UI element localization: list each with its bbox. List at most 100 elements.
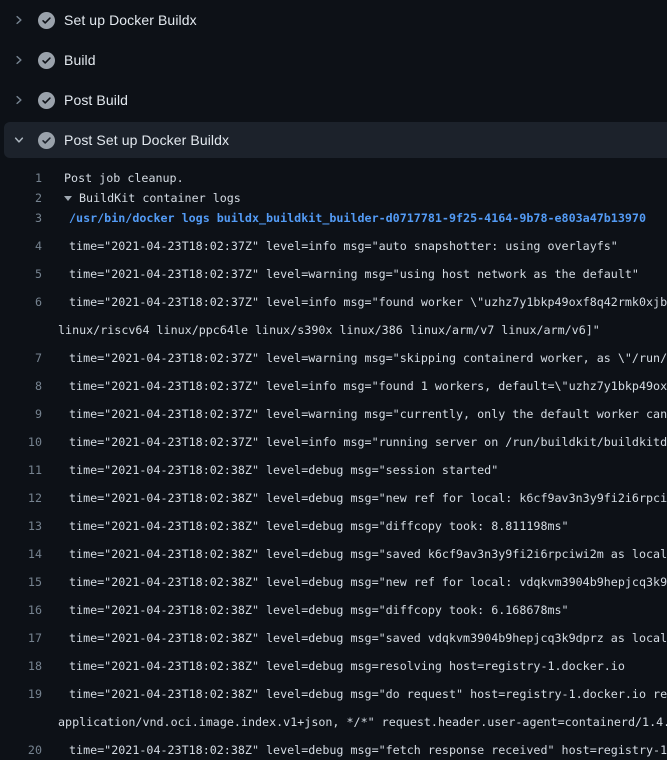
log-line-text: time="2021-04-23T18:02:38Z" level=debug … bbox=[69, 659, 625, 673]
steps-list: Set up Docker Buildx Build Post Build Po… bbox=[0, 0, 667, 158]
log-line-text: time="2021-04-23T18:02:38Z" level=debug … bbox=[69, 491, 667, 505]
log-line-number[interactable]: 2 bbox=[0, 188, 42, 208]
log-line-content: time="2021-04-23T18:02:37Z" level=info m… bbox=[69, 236, 667, 256]
log-line-text: application/vnd.oci.image.index.v1+json,… bbox=[58, 715, 667, 729]
check-circle-icon bbox=[38, 52, 55, 69]
check-circle-icon bbox=[38, 92, 55, 109]
log-row: 4 time="2021-04-23T18:02:37Z" level=info… bbox=[0, 228, 667, 256]
log-line-content: time="2021-04-23T18:02:38Z" level=debug … bbox=[69, 516, 667, 536]
log-line-number[interactable] bbox=[0, 712, 42, 732]
log-line-text: time="2021-04-23T18:02:38Z" level=debug … bbox=[69, 547, 667, 561]
log-row: 15 time="2021-04-23T18:02:38Z" level=deb… bbox=[0, 564, 667, 592]
log-line-text: time="2021-04-23T18:02:38Z" level=debug … bbox=[69, 519, 569, 533]
step-row-set-up-docker-buildx[interactable]: Set up Docker Buildx bbox=[0, 0, 667, 40]
log-line-content: time="2021-04-23T18:02:38Z" level=debug … bbox=[69, 544, 667, 564]
chevron-right-icon bbox=[11, 12, 27, 28]
log-row: 20 time="2021-04-23T18:02:38Z" level=deb… bbox=[0, 732, 667, 760]
log-line-number[interactable]: 8 bbox=[0, 376, 42, 396]
log-line-content: time="2021-04-23T18:02:37Z" level=info m… bbox=[69, 432, 667, 452]
log-row: 16 time="2021-04-23T18:02:38Z" level=deb… bbox=[0, 592, 667, 620]
check-circle-icon bbox=[38, 12, 55, 29]
log-line-number[interactable]: 13 bbox=[0, 516, 42, 536]
chevron-right-icon bbox=[11, 92, 27, 108]
log-line-content: time="2021-04-23T18:02:37Z" level=warnin… bbox=[69, 348, 667, 368]
log-line-number[interactable]: 14 bbox=[0, 544, 42, 564]
log-line-number[interactable]: 1 bbox=[0, 168, 42, 188]
log-row: 18 time="2021-04-23T18:02:38Z" level=deb… bbox=[0, 648, 667, 676]
log-line-text: time="2021-04-23T18:02:37Z" level=info m… bbox=[69, 295, 667, 309]
log-line-text: time="2021-04-23T18:02:38Z" level=debug … bbox=[69, 631, 667, 645]
log-line-number[interactable]: 4 bbox=[0, 236, 42, 256]
log-line-text: time="2021-04-23T18:02:38Z" level=debug … bbox=[69, 687, 667, 701]
log-line-number[interactable]: 6 bbox=[0, 292, 42, 312]
log-line-content: time="2021-04-23T18:02:38Z" level=debug … bbox=[69, 684, 667, 704]
log-line-number[interactable]: 5 bbox=[0, 264, 42, 284]
log-line-text: time="2021-04-23T18:02:37Z" level=info m… bbox=[69, 435, 667, 449]
step-row-post-set-up-docker-buildx[interactable]: Post Set up Docker Buildx bbox=[4, 122, 667, 158]
log-line-content: time="2021-04-23T18:02:38Z" level=debug … bbox=[69, 460, 667, 480]
log-line-content: BuildKit container logs bbox=[64, 188, 667, 208]
log-line-number[interactable]: 7 bbox=[0, 348, 42, 368]
log-line-number[interactable]: 17 bbox=[0, 628, 42, 648]
log-row: 11 time="2021-04-23T18:02:38Z" level=deb… bbox=[0, 452, 667, 480]
log-row: 3 /usr/bin/docker logs buildx_buildkit_b… bbox=[0, 208, 667, 228]
log-line-content: time="2021-04-23T18:02:37Z" level=info m… bbox=[69, 292, 667, 312]
log-line-content: time="2021-04-23T18:02:38Z" level=debug … bbox=[69, 488, 667, 508]
log-line-text: time="2021-04-23T18:02:37Z" level=warnin… bbox=[69, 407, 667, 421]
log-line-number[interactable]: 16 bbox=[0, 600, 42, 620]
step-label: Set up Docker Buildx bbox=[64, 12, 197, 28]
log-line-content: time="2021-04-23T18:02:37Z" level=info m… bbox=[69, 376, 667, 396]
log-line-number[interactable]: 20 bbox=[0, 740, 42, 760]
log-line-number[interactable]: 15 bbox=[0, 572, 42, 592]
log-row: 7 time="2021-04-23T18:02:37Z" level=warn… bbox=[0, 340, 667, 368]
log-line-content: application/vnd.oci.image.index.v1+json,… bbox=[58, 712, 667, 732]
log-row: 2 BuildKit container logs bbox=[0, 188, 667, 208]
log-line-number[interactable]: 19 bbox=[0, 684, 42, 704]
log-line-content: time="2021-04-23T18:02:38Z" level=debug … bbox=[69, 628, 667, 648]
log-row: 8 time="2021-04-23T18:02:37Z" level=info… bbox=[0, 368, 667, 396]
step-label: Post Build bbox=[64, 92, 128, 108]
log-line-text: Post job cleanup. bbox=[64, 171, 184, 185]
log-line-number[interactable]: 12 bbox=[0, 488, 42, 508]
log-row: 14 time="2021-04-23T18:02:38Z" level=deb… bbox=[0, 536, 667, 564]
log-row: 6 time="2021-04-23T18:02:37Z" level=info… bbox=[0, 284, 667, 312]
log-line-number[interactable] bbox=[0, 320, 42, 340]
log-line-number[interactable]: 11 bbox=[0, 460, 42, 480]
log-line-text[interactable]: BuildKit container logs bbox=[79, 191, 241, 205]
step-label: Build bbox=[64, 52, 96, 68]
log-line-text: linux/riscv64 linux/ppc64le linux/s390x … bbox=[58, 323, 600, 337]
log-line-content: time="2021-04-23T18:02:38Z" level=debug … bbox=[69, 600, 667, 620]
log-row: linux/riscv64 linux/ppc64le linux/s390x … bbox=[0, 312, 667, 340]
log-line-content: time="2021-04-23T18:02:38Z" level=debug … bbox=[69, 572, 667, 592]
log-line-content: time="2021-04-23T18:02:38Z" level=debug … bbox=[69, 740, 667, 760]
log-line-number[interactable]: 10 bbox=[0, 432, 42, 452]
log-line-content: time="2021-04-23T18:02:38Z" level=debug … bbox=[69, 656, 667, 676]
log-line-number[interactable]: 9 bbox=[0, 404, 42, 424]
check-circle-icon bbox=[38, 132, 55, 149]
log-line-text: time="2021-04-23T18:02:37Z" level=info m… bbox=[69, 379, 667, 393]
chevron-right-icon bbox=[11, 52, 27, 68]
step-label: Post Set up Docker Buildx bbox=[64, 132, 229, 148]
log-line-text: /usr/bin/docker logs buildx_buildkit_bui… bbox=[69, 211, 646, 225]
step-row-build[interactable]: Build bbox=[0, 40, 667, 80]
log-line-text: time="2021-04-23T18:02:38Z" level=debug … bbox=[69, 575, 667, 589]
step-row-post-build[interactable]: Post Build bbox=[0, 80, 667, 120]
log-row: 5 time="2021-04-23T18:02:37Z" level=warn… bbox=[0, 256, 667, 284]
log-line-content: /usr/bin/docker logs buildx_buildkit_bui… bbox=[69, 208, 667, 228]
triangle-down-icon bbox=[64, 196, 72, 201]
log-row: 1 Post job cleanup. bbox=[0, 168, 667, 188]
log-line-number[interactable]: 18 bbox=[0, 656, 42, 676]
log-line-text: time="2021-04-23T18:02:37Z" level=info m… bbox=[69, 239, 618, 253]
log-line-number[interactable]: 3 bbox=[0, 208, 42, 228]
log-viewer: 1 Post job cleanup. 2 BuildKit container… bbox=[0, 160, 667, 760]
log-line-text: time="2021-04-23T18:02:38Z" level=debug … bbox=[69, 603, 569, 617]
log-line-text: time="2021-04-23T18:02:38Z" level=debug … bbox=[69, 743, 667, 757]
log-row: 13 time="2021-04-23T18:02:38Z" level=deb… bbox=[0, 508, 667, 536]
log-line-content: linux/riscv64 linux/ppc64le linux/s390x … bbox=[58, 320, 667, 340]
log-row: application/vnd.oci.image.index.v1+json,… bbox=[0, 704, 667, 732]
log-line-content: time="2021-04-23T18:02:37Z" level=warnin… bbox=[69, 264, 667, 284]
log-line-text: time="2021-04-23T18:02:38Z" level=debug … bbox=[69, 463, 498, 477]
log-row: 19 time="2021-04-23T18:02:38Z" level=deb… bbox=[0, 676, 667, 704]
log-line-content: Post job cleanup. bbox=[64, 168, 667, 188]
log-row: 17 time="2021-04-23T18:02:38Z" level=deb… bbox=[0, 620, 667, 648]
